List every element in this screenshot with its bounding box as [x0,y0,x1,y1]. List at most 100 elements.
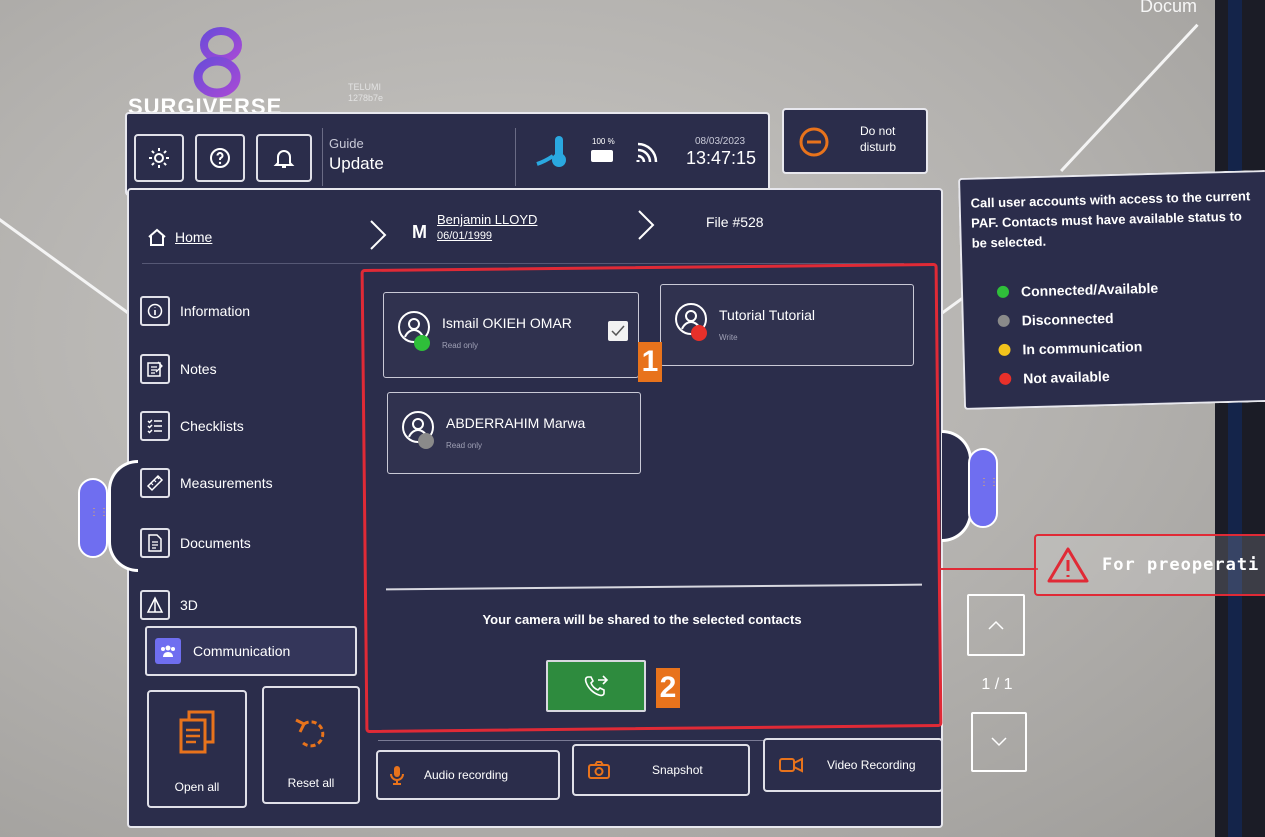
battery-percent: 100 % [592,137,615,146]
communication-icon [155,638,181,664]
sidebar-item-label: 3D [180,597,198,613]
divider [322,128,323,186]
camera-notice: Your camera will be shared to the select… [482,612,802,627]
left-handle-bracket [108,460,138,572]
bell-icon [272,146,296,170]
warning-box: For preoperati [1034,534,1265,596]
page-up-button[interactable] [967,594,1025,656]
legend-label: In communication [1022,337,1143,357]
legend-label: Not available [1023,367,1110,386]
page-down-button[interactable] [971,712,1027,772]
wifi-icon [634,140,664,164]
chevron-right-icon [636,208,656,242]
legend-label: Connected/Available [1020,279,1159,299]
do-not-disturb-icon [798,126,830,158]
check-icon [611,325,625,337]
legend-tooltip: Call user accounts with access to the cu… [958,169,1265,410]
connector-line [1060,23,1199,173]
guide-label: Guide [329,136,364,151]
patient-dob: 06/01/1999 [437,230,493,242]
top-right-text: Docum [1140,0,1198,16]
status-dot-not-available [691,325,707,341]
legend-dot-red [999,372,1012,385]
patient-name-link[interactable]: Benjamin LLOYD [437,212,537,227]
home-label: Home [175,229,213,245]
sidebar-item-measurements[interactable]: Measurements [140,468,273,498]
status-dot-disconnected [418,433,434,449]
file-number: File #528 [706,214,764,230]
time-text: 13:47:15 [686,148,757,168]
selected-checkbox[interactable] [608,321,628,341]
surgiverse-logo-icon [188,26,250,98]
sidebar-item-label: Measurements [180,475,273,491]
sidebar-item-3d[interactable]: 3D [140,590,198,620]
chevron-down-icon [990,736,1008,748]
start-call-button[interactable] [546,660,646,712]
snapshot-button[interactable]: Snapshot [572,744,750,796]
brand-sub-1: TELUMI [348,82,382,92]
microphone-icon [388,764,406,786]
contact-card[interactable]: ABDERRAHIM Marwa Read only [387,392,641,474]
warning-text: For preoperati [1102,555,1260,575]
warning-icon [1046,546,1090,584]
chevron-right-icon [368,218,388,252]
legend-dot-green [996,285,1010,298]
camera-icon [588,761,610,779]
home-icon [147,228,167,246]
divider [515,128,516,186]
legend-label: Disconnected [1021,309,1114,328]
ruler-icon [140,468,170,498]
date-text: 08/03/2023 [695,136,746,147]
document-icon [140,528,170,558]
sidebar-item-label: Information [180,303,251,319]
warning-connector [938,568,1038,570]
notifications-button[interactable] [256,134,312,182]
video-camera-icon [779,757,803,773]
sidebar-item-documents[interactable]: Documents [140,528,251,558]
do-not-disturb-button[interactable]: Do not disturb [782,108,928,174]
right-drag-handle[interactable]: ⋮⋮ [968,448,999,528]
thermometer-icon [535,134,571,170]
guide-value[interactable]: Update [329,154,384,174]
sidebar-item-checklists[interactable]: Checklists [140,411,244,441]
checklist-icon [140,411,170,441]
notes-icon [140,354,170,384]
reset-all-label: Reset all [287,776,335,790]
video-recording-button[interactable]: Video Recording [763,738,943,792]
contact-name: Tutorial Tutorial [719,307,815,323]
home-link[interactable]: Home [147,228,212,246]
snapshot-label: Snapshot [652,763,703,777]
open-all-label: Open all [174,780,220,794]
contact-card[interactable]: Ismail OKIEH OMAR Read only [383,292,639,378]
contact-card[interactable]: Tutorial Tutorial Write [660,284,914,366]
legend-dot-yellow [998,343,1011,356]
help-icon [208,146,232,170]
patient-initial: M [412,222,427,242]
sidebar-item-notes[interactable]: Notes [140,354,217,384]
settings-button[interactable] [134,134,184,182]
copy-documents-icon [177,710,217,756]
status-dot-connected [414,335,430,351]
right-edge-dark-strip [1228,0,1242,837]
page-indicator: 1 / 1 [981,676,1013,693]
contact-role: Read only [442,341,479,350]
info-icon [140,296,170,326]
sidebar-item-label: Documents [180,535,251,551]
audio-recording-label: Audio recording [424,768,509,782]
left-drag-handle[interactable]: ⋮⋮ [78,478,109,558]
audio-recording-button[interactable]: Audio recording [376,750,560,800]
3d-pyramid-icon [140,590,170,620]
legend-dot-gray [997,314,1010,327]
legend-item: Not available [999,357,1261,393]
phone-forward-icon [583,674,609,698]
annotation-badge: 1 [638,342,662,382]
contact-name: ABDERRAHIM Marwa [446,415,586,431]
battery-icon [591,150,613,162]
sidebar-item-information[interactable]: Information [140,296,250,326]
reset-all-button[interactable]: Reset all [262,686,360,804]
video-recording-label: Video Recording [827,758,916,772]
open-all-button[interactable]: Open all [147,690,247,808]
help-button[interactable] [195,134,245,182]
sidebar-item-label: Notes [180,361,217,377]
sidebar-item-communication[interactable]: Communication [145,626,357,676]
